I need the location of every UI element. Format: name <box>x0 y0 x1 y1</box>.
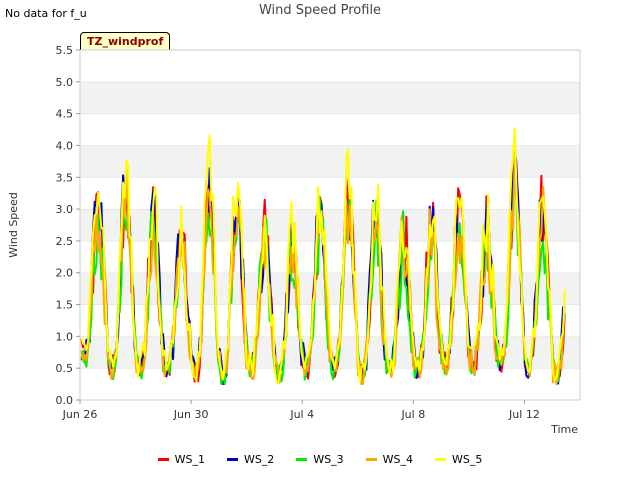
y-tick-label: 4.5 <box>56 108 74 121</box>
legend-label: WS_4 <box>382 453 414 466</box>
legend-label: WS_3 <box>313 453 344 466</box>
legend-item-ws_4: WS_4 <box>365 453 414 466</box>
wind-speed-chart: 0.0 0.5 1.0 1.5 2.0 2.5 3.0 3.5 4.0 4.5 5.0 5.5 Jun … <box>7 44 581 436</box>
legend-label: WS_2 <box>243 453 275 466</box>
grid-band <box>80 272 580 305</box>
legend-swatch <box>435 458 447 461</box>
grid-band <box>80 368 580 400</box>
x-tick-label: Jul 12 <box>508 408 540 421</box>
legend-item-ws_2: WS_2 <box>226 453 275 466</box>
y-tick-label: 5.0 <box>56 76 74 89</box>
y-tick-label: 1.5 <box>56 299 74 312</box>
legend-swatch <box>296 458 308 461</box>
legend-label: WS_1 <box>174 453 205 466</box>
grid-band <box>80 145 580 178</box>
x-tick-label: Jul 8 <box>400 408 425 421</box>
y-tick-label: 2.0 <box>56 267 74 280</box>
legend-label: WS_5 <box>452 453 483 466</box>
grid-band <box>80 113 580 146</box>
y-tick-label: 2.5 <box>56 235 74 248</box>
x-tick-label: Jun 26 <box>62 408 98 421</box>
y-tick-label: 1.0 <box>56 330 74 343</box>
y-tick-label: 3.5 <box>56 171 74 184</box>
x-axis-label: Time <box>550 423 578 436</box>
grid-band <box>80 81 580 114</box>
y-tick-label: 3.0 <box>56 203 74 216</box>
legend-swatch <box>365 458 377 461</box>
legend: WS_1 WS_2 WS_3 WS_4 WS_5 <box>0 453 640 466</box>
y-axis-label: Wind Speed <box>7 192 20 258</box>
x-tick-label: Jul 4 <box>289 408 314 421</box>
x-tick-label: Jun 30 <box>173 408 209 421</box>
legend-item-ws_3: WS_3 <box>296 453 344 466</box>
legend-item-ws_5: WS_5 <box>435 453 482 466</box>
y-tick-label: 0.5 <box>56 362 74 375</box>
grid-band <box>80 50 580 82</box>
legend-item-ws_1: WS_1 <box>157 453 205 466</box>
y-tick-label: 0.0 <box>56 394 74 407</box>
legend-swatch <box>226 458 238 461</box>
legend-swatch <box>157 458 169 461</box>
y-tick-label: 5.5 <box>56 44 74 57</box>
y-tick-label: 4.0 <box>56 139 74 152</box>
